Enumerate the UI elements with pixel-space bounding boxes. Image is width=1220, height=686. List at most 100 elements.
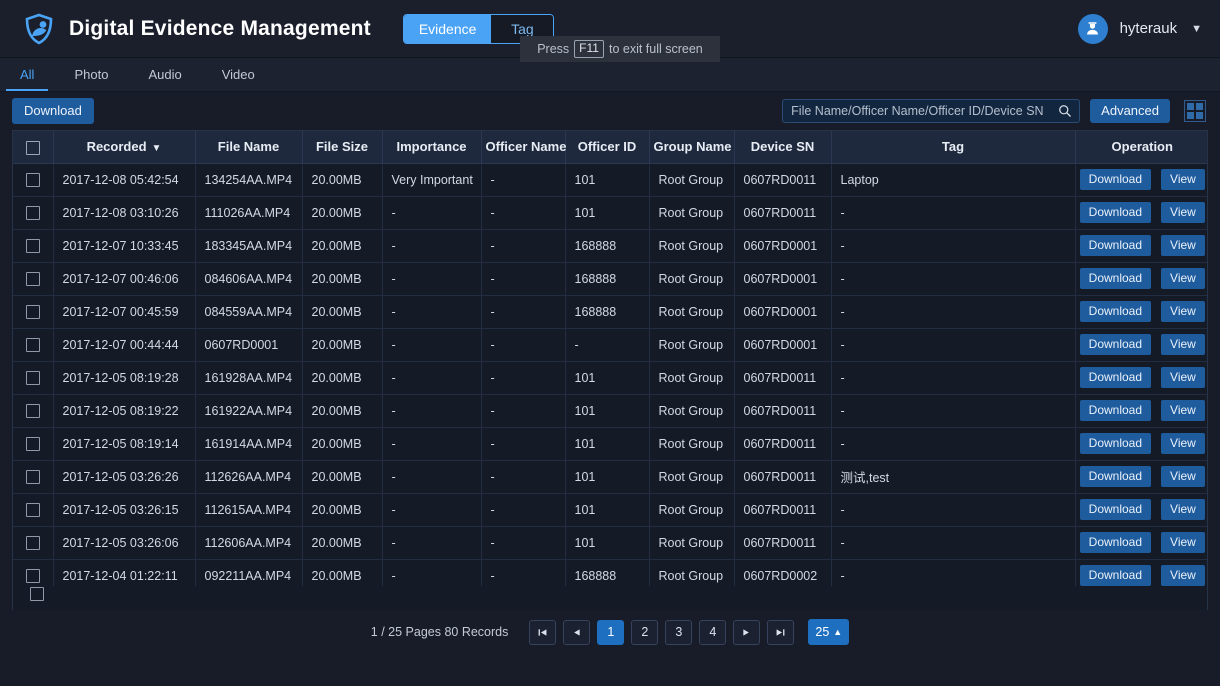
- table-row[interactable]: 2017-12-07 00:45:59084559AA.MP420.00MB--…: [13, 295, 1208, 328]
- user-menu[interactable]: hyterauk ▼: [1078, 14, 1202, 44]
- row-download-button[interactable]: Download: [1080, 499, 1151, 520]
- column-header-device-sn[interactable]: Device SN: [734, 131, 831, 163]
- table-row[interactable]: 2017-12-07 00:46:06084606AA.MP420.00MB--…: [13, 262, 1208, 295]
- sort-desc-icon[interactable]: ▼: [152, 143, 162, 154]
- row-view-button[interactable]: View: [1161, 565, 1205, 586]
- table-row[interactable]: 2017-12-05 03:26:26112626AA.MP420.00MB--…: [13, 460, 1208, 493]
- first-page-button[interactable]: [529, 620, 556, 645]
- row-download-button[interactable]: Download: [1080, 169, 1151, 190]
- row-download-button[interactable]: Download: [1080, 268, 1151, 289]
- row-view-button[interactable]: View: [1161, 268, 1205, 289]
- row-download-button[interactable]: Download: [1080, 202, 1151, 223]
- table-row[interactable]: 2017-12-05 03:26:06112606AA.MP420.00MB--…: [13, 526, 1208, 559]
- row-view-button[interactable]: View: [1161, 466, 1205, 487]
- table-row[interactable]: 2017-12-08 03:10:26111026AA.MP420.00MB--…: [13, 196, 1208, 229]
- search-icon[interactable]: [1058, 104, 1072, 118]
- row-view-button[interactable]: View: [1161, 532, 1205, 553]
- search-input[interactable]: [783, 100, 1079, 122]
- row-view-button[interactable]: View: [1161, 400, 1205, 421]
- row-download-button[interactable]: Download: [1080, 400, 1151, 421]
- row-view-button[interactable]: View: [1161, 499, 1205, 520]
- row-view-button[interactable]: View: [1161, 433, 1205, 454]
- last-page-button[interactable]: [767, 620, 794, 645]
- table-row[interactable]: 2017-12-07 10:33:45183345AA.MP420.00MB--…: [13, 229, 1208, 262]
- column-header-officer-name[interactable]: Officer Name: [481, 131, 565, 163]
- page-button-1[interactable]: 1: [597, 620, 624, 645]
- row-view-button[interactable]: View: [1161, 235, 1205, 256]
- row-download-button[interactable]: Download: [1080, 334, 1151, 355]
- row-select-cell[interactable]: [13, 229, 53, 262]
- row-checkbox[interactable]: [26, 470, 40, 484]
- row-checkbox[interactable]: [26, 305, 40, 319]
- row-view-button[interactable]: View: [1161, 334, 1205, 355]
- tab-all[interactable]: All: [0, 58, 54, 91]
- column-header-group-name[interactable]: Group Name: [649, 131, 734, 163]
- column-header-tag[interactable]: Tag: [831, 131, 1075, 163]
- column-header-recorded[interactable]: Recorded▼: [53, 131, 195, 163]
- table-row[interactable]: 2017-12-08 05:42:54134254AA.MP420.00MBVe…: [13, 163, 1208, 196]
- table-row[interactable]: 2017-12-07 00:44:440607RD000120.00MB---R…: [13, 328, 1208, 361]
- row-select-cell[interactable]: [13, 163, 53, 196]
- advanced-search-button[interactable]: Advanced: [1090, 99, 1170, 123]
- row-checkbox[interactable]: [26, 173, 40, 187]
- row-checkbox[interactable]: [26, 569, 40, 583]
- row-checkbox[interactable]: [26, 239, 40, 253]
- next-page-button[interactable]: [733, 620, 760, 645]
- row-view-button[interactable]: View: [1161, 301, 1205, 322]
- row-download-button[interactable]: Download: [1080, 433, 1151, 454]
- row-view-button[interactable]: View: [1161, 367, 1205, 388]
- row-checkbox[interactable]: [26, 437, 40, 451]
- tab-photo[interactable]: Photo: [54, 58, 128, 91]
- chevron-down-icon[interactable]: ▼: [1191, 23, 1202, 35]
- segment-evidence[interactable]: Evidence: [404, 15, 492, 43]
- row-download-button[interactable]: Download: [1080, 565, 1151, 586]
- table-row[interactable]: 2017-12-05 03:26:15112615AA.MP420.00MB--…: [13, 493, 1208, 526]
- row-select-cell[interactable]: [13, 427, 53, 460]
- row-select-cell[interactable]: [13, 361, 53, 394]
- row-select-cell[interactable]: [13, 196, 53, 229]
- page-button-2[interactable]: 2: [631, 620, 658, 645]
- row-select-cell[interactable]: [13, 262, 53, 295]
- column-header-file-name[interactable]: File Name: [195, 131, 302, 163]
- search-box[interactable]: [782, 99, 1080, 123]
- row-select-cell[interactable]: [13, 559, 53, 586]
- column-header-officer-id[interactable]: Officer ID: [565, 131, 649, 163]
- tab-audio[interactable]: Audio: [128, 58, 201, 91]
- prev-page-button[interactable]: [563, 620, 590, 645]
- tab-video[interactable]: Video: [202, 58, 275, 91]
- row-download-button[interactable]: Download: [1080, 235, 1151, 256]
- row-checkbox[interactable]: [26, 206, 40, 220]
- row-download-button[interactable]: Download: [1080, 367, 1151, 388]
- row-select-cell[interactable]: [13, 493, 53, 526]
- row-checkbox[interactable]: [30, 587, 44, 601]
- row-select-cell[interactable]: [13, 295, 53, 328]
- row-view-button[interactable]: View: [1161, 202, 1205, 223]
- select-all-header[interactable]: [13, 131, 53, 163]
- row-checkbox[interactable]: [26, 272, 40, 286]
- row-checkbox[interactable]: [26, 536, 40, 550]
- row-view-button[interactable]: View: [1161, 169, 1205, 190]
- row-select-cell[interactable]: [13, 460, 53, 493]
- table-row[interactable]: 2017-12-05 08:19:22161922AA.MP420.00MB--…: [13, 394, 1208, 427]
- row-download-button[interactable]: Download: [1080, 301, 1151, 322]
- select-all-checkbox[interactable]: [26, 141, 40, 155]
- row-download-button[interactable]: Download: [1080, 532, 1151, 553]
- row-checkbox[interactable]: [26, 371, 40, 385]
- column-header-file-size[interactable]: File Size: [302, 131, 382, 163]
- row-checkbox[interactable]: [26, 503, 40, 517]
- page-button-3[interactable]: 3: [665, 620, 692, 645]
- table-row[interactable]: 2017-12-05 08:19:14161914AA.MP420.00MB--…: [13, 427, 1208, 460]
- row-download-button[interactable]: Download: [1080, 466, 1151, 487]
- row-select-cell[interactable]: [13, 394, 53, 427]
- row-checkbox[interactable]: [26, 404, 40, 418]
- row-select-cell[interactable]: [13, 526, 53, 559]
- download-button[interactable]: Download: [12, 98, 94, 124]
- page-size-selector[interactable]: 25 ▲: [808, 619, 849, 645]
- table-row[interactable]: 2017-12-04 01:22:11092211AA.MP420.00MB--…: [13, 559, 1208, 586]
- row-checkbox[interactable]: [26, 338, 40, 352]
- row-select-cell[interactable]: [13, 328, 53, 361]
- table-row[interactable]: 2017-12-05 08:19:28161928AA.MP420.00MB--…: [13, 361, 1208, 394]
- column-header-importance[interactable]: Importance: [382, 131, 481, 163]
- grid-view-icon[interactable]: [1184, 100, 1206, 122]
- page-button-4[interactable]: 4: [699, 620, 726, 645]
